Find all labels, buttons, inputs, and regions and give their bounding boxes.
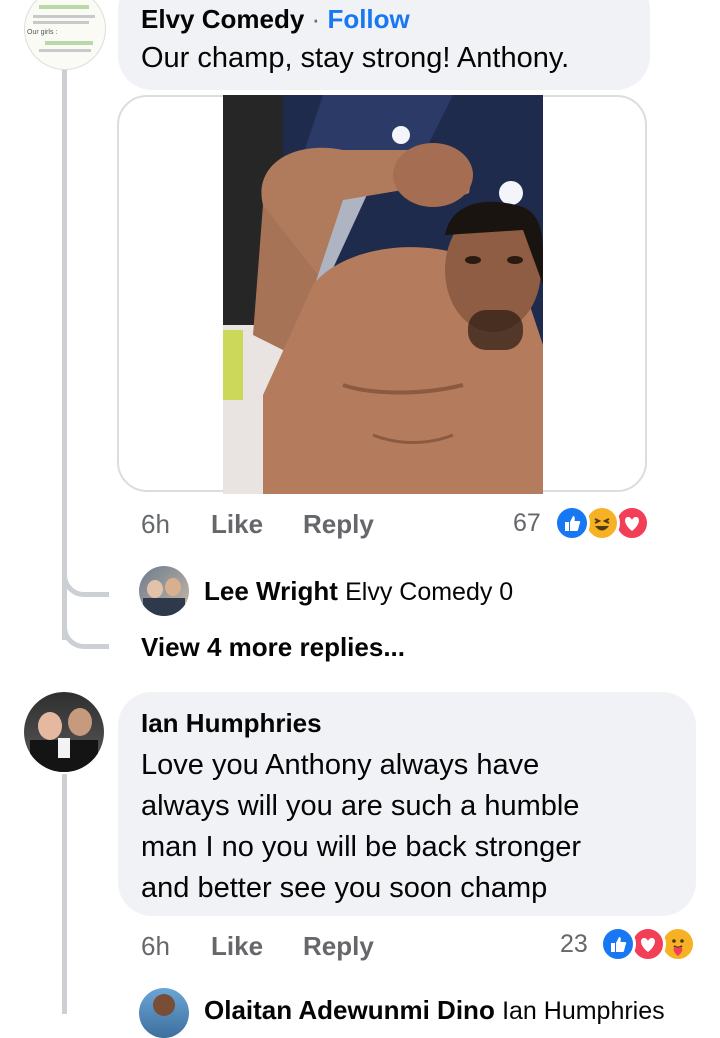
- comment-timestamp[interactable]: 6h: [141, 931, 170, 962]
- follow-button[interactable]: Follow: [327, 4, 409, 34]
- comment-text: Our champ, stay strong! Anthony.: [141, 42, 570, 74]
- reply-line: Lee Wright Elvy Comedy 0: [204, 576, 513, 607]
- comment-header: Elvy Comedy · Follow: [141, 4, 410, 35]
- like-button[interactable]: Like: [211, 931, 263, 962]
- comment-timestamp[interactable]: 6h: [141, 509, 170, 540]
- comment-text-line: and better see you soon champ: [141, 872, 548, 904]
- view-more-replies-link[interactable]: View 4 more replies...: [141, 632, 405, 663]
- reaction-count[interactable]: 67: [513, 509, 541, 538]
- reaction-count[interactable]: 23: [560, 930, 588, 959]
- commenter-avatar-elvy[interactable]: Our girls :: [24, 0, 106, 70]
- reply-author[interactable]: Lee Wright: [204, 576, 338, 606]
- reply-line: Olaitan Adewunmi Dino Ian Humphries: [204, 995, 665, 1026]
- reaction-icons[interactable]: [552, 505, 652, 541]
- reply-button[interactable]: Reply: [303, 509, 374, 540]
- comment-photo[interactable]: [223, 95, 543, 494]
- thread-branch: [62, 612, 109, 649]
- reply-avatar-olaitan[interactable]: [139, 988, 189, 1038]
- separator-dot: ·: [311, 4, 321, 34]
- comment-text-line: man I no you will be back stronger: [141, 831, 582, 863]
- reply-text: Ian Humphries: [502, 997, 665, 1025]
- comment-text-line: Love you Anthony always have: [141, 749, 540, 781]
- thread-line: [62, 70, 67, 640]
- like-icon: [600, 926, 636, 962]
- reaction-icons[interactable]: [598, 926, 698, 962]
- comment-author[interactable]: Elvy Comedy: [141, 4, 304, 34]
- comment-text-line: always will you are such a humble: [141, 790, 580, 822]
- avatar-snippet-text: Our girls :: [27, 29, 58, 36]
- photo-illustration: [223, 95, 543, 494]
- comment-author[interactable]: Ian Humphries: [141, 708, 322, 739]
- thread-line: [62, 774, 67, 1014]
- like-button[interactable]: Like: [211, 509, 263, 540]
- reply-text: Elvy Comedy 0: [345, 578, 514, 606]
- commenter-avatar-ian[interactable]: [24, 692, 104, 772]
- reply-button[interactable]: Reply: [303, 931, 374, 962]
- reply-author[interactable]: Olaitan Adewunmi Dino: [204, 995, 495, 1025]
- thread-branch: [62, 560, 109, 597]
- comment-text: Love you Anthony always have always will…: [141, 745, 581, 909]
- reply-avatar-lee[interactable]: [139, 566, 189, 616]
- like-icon: [554, 505, 590, 541]
